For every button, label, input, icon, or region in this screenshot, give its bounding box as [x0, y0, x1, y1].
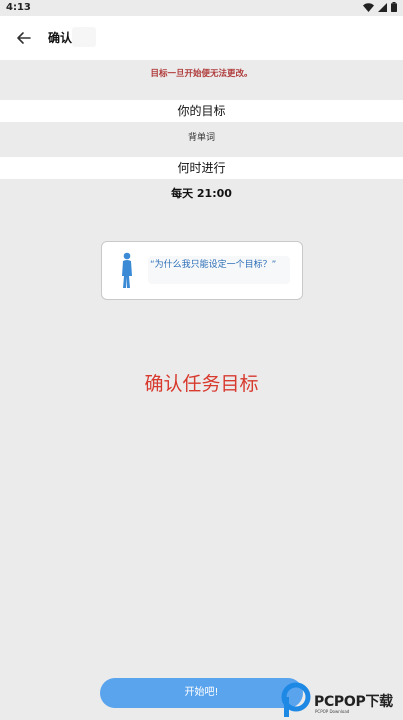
status-icons: [363, 2, 397, 12]
when-value: 每天 21:00: [171, 187, 232, 200]
arrow-left-icon: [17, 32, 31, 44]
signal-icon: [378, 2, 387, 12]
goal-section-header: 你的目标: [0, 100, 403, 122]
page-title: 确认: [48, 31, 73, 45]
pcpop-logo-icon: [281, 682, 311, 717]
watermark-subtext: PCPOP Download: [315, 709, 350, 714]
why-one-goal-text[interactable]: “为什么我只能设定一个目标？”: [150, 257, 276, 270]
goal-value: 背单词: [187, 133, 215, 143]
warning-text: 目标一旦开始便无法更改。: [150, 69, 253, 79]
watermark: PCPOP下载 PCPOP Download: [281, 682, 403, 718]
start-button[interactable]: 开始吧!: [100, 678, 303, 708]
why-one-goal-card[interactable]: “为什么我只能设定一个目标？”: [101, 241, 303, 300]
person-figure-icon: [122, 252, 132, 288]
app-bar: 确认: [0, 16, 403, 60]
confirm-goal-title: 确认任务目标: [144, 373, 259, 395]
status-time: 4:13: [6, 2, 31, 13]
watermark-text: PCPOP下载: [314, 694, 393, 710]
wifi-icon: [363, 2, 374, 12]
battery-icon: [391, 2, 397, 12]
when-section-header: 何时进行: [0, 157, 403, 179]
title-blur: [72, 27, 96, 47]
back-button[interactable]: [14, 28, 34, 48]
status-bar: 4:13: [0, 0, 403, 16]
